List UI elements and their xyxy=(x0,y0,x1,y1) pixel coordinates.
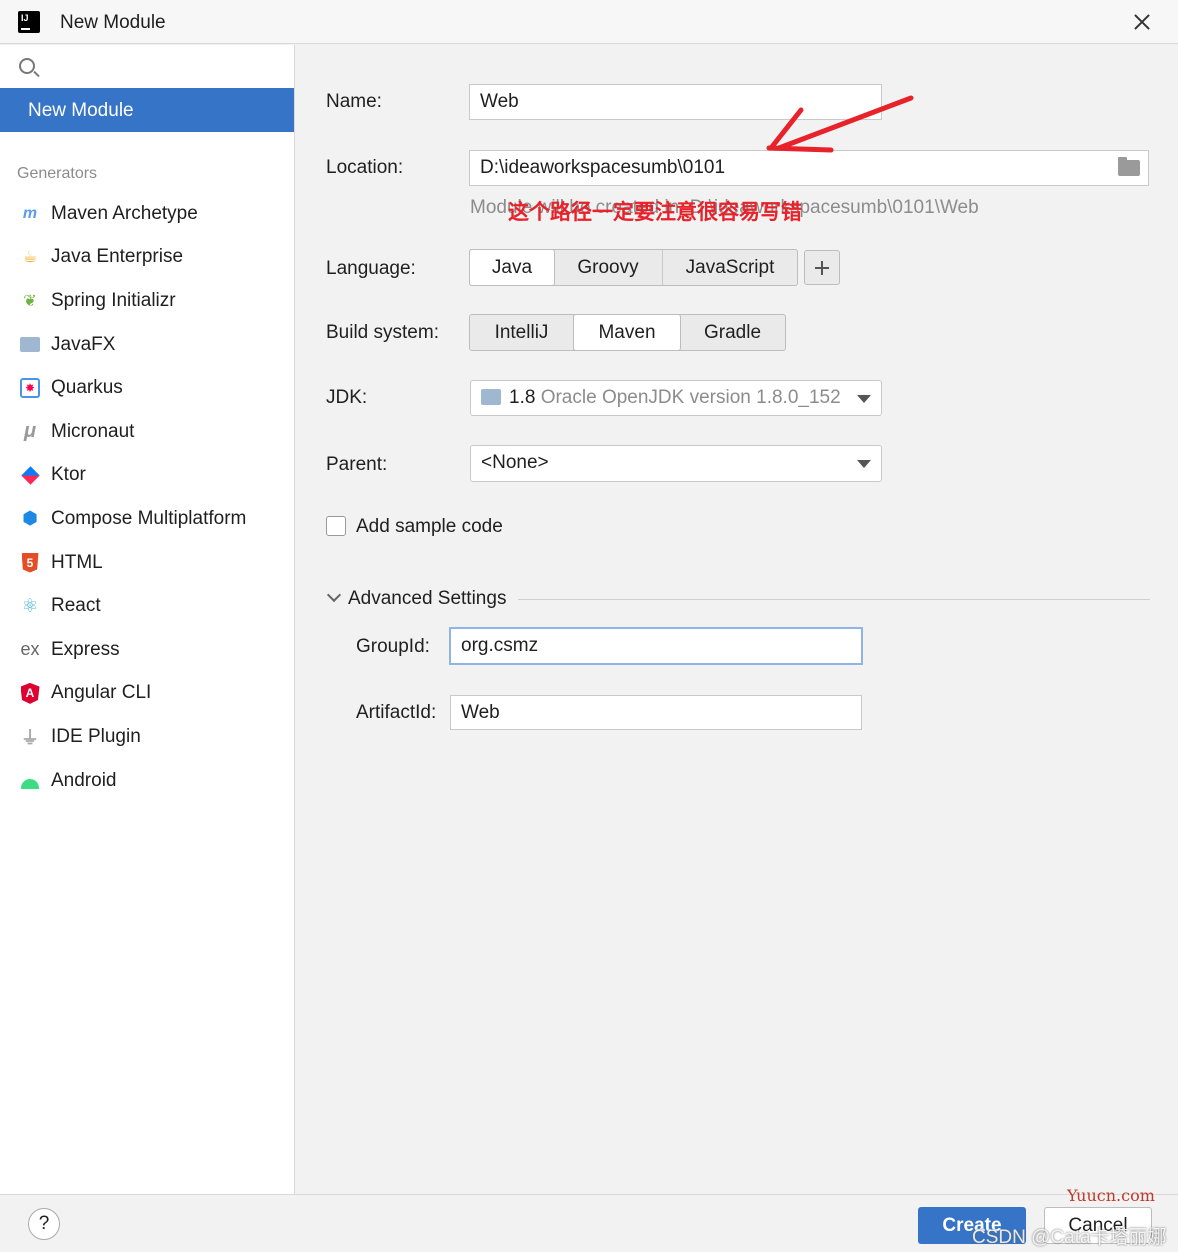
sidebar-item-spring-initializr[interactable]: ❦ Spring Initializr xyxy=(0,279,294,323)
parent-value: <None> xyxy=(481,452,549,473)
html5-icon: 5 xyxy=(19,552,41,574)
window-title: New Module xyxy=(60,12,166,33)
intellij-logo-icon: IJ xyxy=(15,8,43,36)
groupid-input[interactable]: org.csmz xyxy=(449,627,863,665)
advanced-settings-toggle[interactable]: Advanced Settings xyxy=(348,588,506,610)
sidebar-item-html[interactable]: 5 HTML xyxy=(0,541,294,585)
plugin-icon: ⏚ xyxy=(21,727,39,748)
sidebar-item-android[interactable]: Android xyxy=(0,759,294,803)
sidebar-item-java-enterprise[interactable]: ☕ Java Enterprise xyxy=(0,236,294,280)
spring-icon: ❦ xyxy=(23,292,37,310)
chevron-down-icon xyxy=(857,395,871,403)
sidebar-item-maven-archetype[interactable]: m Maven Archetype xyxy=(0,192,294,236)
chevron-down-icon[interactable] xyxy=(326,587,342,603)
language-option-java[interactable]: Java xyxy=(469,249,555,286)
artifactid-label: ArtifactId: xyxy=(356,702,437,723)
jdk-version: 1.8 xyxy=(509,387,536,408)
sidebar-item-compose-multiplatform[interactable]: ⬢ Compose Multiplatform xyxy=(0,497,294,541)
sidebar-item-react[interactable]: ⚛ React xyxy=(0,584,294,628)
ktor-icon xyxy=(19,464,41,486)
groupid-label: GroupId: xyxy=(356,636,430,657)
express-icon: ex xyxy=(20,639,40,660)
browse-folder-icon[interactable] xyxy=(1118,157,1140,176)
sidebar-item-javafx[interactable]: JavaFX xyxy=(0,323,294,367)
jdk-label: JDK: xyxy=(326,387,368,408)
location-value: D:\ideaworkspacesumb\0101 xyxy=(480,157,726,178)
add-sample-code-checkbox[interactable] xyxy=(326,516,346,536)
react-icon: ⚛ xyxy=(21,595,39,617)
search-icon[interactable] xyxy=(19,58,35,74)
parent-label: Parent: xyxy=(326,454,388,475)
angular-icon: A xyxy=(19,682,41,704)
generators-section-label: Generators xyxy=(17,165,98,182)
add-language-button[interactable] xyxy=(804,250,840,285)
location-label: Location: xyxy=(326,157,404,178)
build-system-label: Build system: xyxy=(326,322,439,343)
annotation-arrow-icon xyxy=(766,95,914,153)
artifactid-input[interactable]: Web xyxy=(450,695,862,730)
android-icon xyxy=(19,770,41,792)
micronaut-icon: μ xyxy=(23,420,37,443)
sidebar-item-micronaut[interactable]: μ Micronaut xyxy=(0,410,294,454)
language-selector: Java Groovy JavaScript xyxy=(469,249,798,286)
build-option-intellij[interactable]: IntelliJ xyxy=(470,315,574,350)
sidebar-item-ide-plugin[interactable]: ⏚ IDE Plugin xyxy=(0,715,294,759)
parent-dropdown[interactable]: <None> xyxy=(470,445,882,482)
sidebar-item-angular-cli[interactable]: A Angular CLI xyxy=(0,672,294,716)
java-enterprise-icon: ☕ xyxy=(22,249,38,267)
annotation-text: 这个路径一定要注意很容易写错 xyxy=(508,201,802,224)
jdk-dropdown[interactable]: 1.8 Oracle OpenJDK version 1.8.0_152 xyxy=(470,380,882,416)
build-system-selector: IntelliJ Maven Gradle xyxy=(469,314,786,351)
site-watermark: Yuucn.com xyxy=(1067,1186,1155,1205)
quarkus-icon: ✸ xyxy=(19,377,41,399)
sidebar: New Module Generators m Maven Archetype ☕… xyxy=(0,45,295,1194)
language-label: Language: xyxy=(326,258,416,279)
sidebar-item-ktor[interactable]: Ktor xyxy=(0,454,294,498)
javafx-folder-icon xyxy=(19,334,41,356)
language-option-groovy[interactable]: Groovy xyxy=(554,250,663,285)
sidebar-item-quarkus[interactable]: ✸ Quarkus xyxy=(0,366,294,410)
section-divider xyxy=(518,599,1150,600)
title-bar: IJ New Module xyxy=(0,0,1178,44)
chevron-down-icon xyxy=(857,460,871,468)
jdk-description: Oracle OpenJDK version 1.8.0_152 xyxy=(540,387,841,408)
compose-icon: ⬢ xyxy=(22,508,38,529)
language-option-javascript[interactable]: JavaScript xyxy=(663,250,797,285)
sidebar-item-new-module[interactable]: New Module xyxy=(0,88,294,132)
sidebar-item-express[interactable]: ex Express xyxy=(0,628,294,672)
build-option-maven[interactable]: Maven xyxy=(573,314,681,351)
help-button[interactable]: ? xyxy=(28,1208,60,1240)
close-icon[interactable] xyxy=(1130,10,1154,34)
jdk-folder-icon xyxy=(481,389,501,405)
author-watermark: CSDN @Cata卡塔丽娜 xyxy=(972,1227,1167,1248)
build-option-gradle[interactable]: Gradle xyxy=(680,315,785,350)
add-sample-code-label: Add sample code xyxy=(356,516,503,537)
generators-list: m Maven Archetype ☕ Java Enterprise ❦ Sprin… xyxy=(0,192,294,802)
name-label: Name: xyxy=(326,91,382,112)
module-settings-panel: Name: Web Location: D:\ideaworkspacesumb… xyxy=(296,45,1178,1194)
maven-icon: m xyxy=(22,204,38,222)
